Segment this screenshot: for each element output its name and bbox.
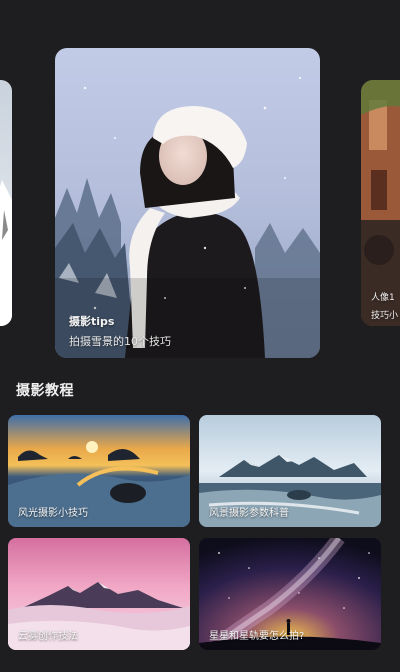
carousel-card-snow-tips[interactable]: 摄影tips 拍摄雪景的10个技巧 xyxy=(55,48,320,358)
featured-carousel[interactable]: 摄影tips 拍摄雪景的10个技巧 人像1 技巧小 xyxy=(0,0,400,370)
tutorial-label: 云雾创作技法 xyxy=(18,631,78,642)
tutorial-card-star-trails[interactable]: 星星和星轨要怎么拍? xyxy=(199,538,381,650)
carousel-card-previous[interactable] xyxy=(0,80,12,326)
carousel-card-title: 摄影tips xyxy=(69,315,115,328)
tutorial-label: 风景摄影参数科普 xyxy=(209,508,289,519)
carousel-card-next[interactable]: 人像1 技巧小 xyxy=(361,80,400,326)
section-title: 摄影教程 xyxy=(16,383,74,399)
carousel-card-subtitle: 拍摄雪景的10个技巧 xyxy=(69,335,171,348)
tutorial-label: 风光摄影小技巧 xyxy=(18,508,88,519)
snow-portrait-photo xyxy=(55,48,320,358)
tutorial-card-landscape-tips[interactable]: 风光摄影小技巧 xyxy=(8,415,190,527)
tutorial-label: 星星和星轨要怎么拍? xyxy=(209,631,305,642)
carousel-next-subtitle: 技巧小 xyxy=(371,311,399,321)
tutorial-card-cloud-technique[interactable]: 云雾创作技法 xyxy=(8,538,190,650)
carousel-next-title: 人像1 xyxy=(371,293,395,303)
tutorial-card-landscape-params[interactable]: 风景摄影参数科普 xyxy=(199,415,381,527)
snow-mountain-thumbnail xyxy=(0,80,12,326)
